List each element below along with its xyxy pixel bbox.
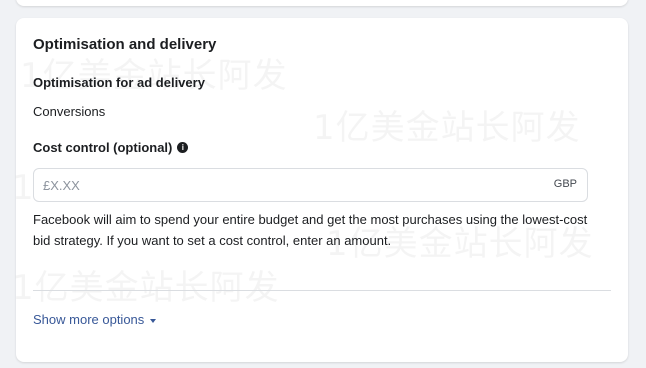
cost-control-label-text: Cost control (optional) — [33, 140, 173, 155]
info-icon[interactable]: i — [177, 142, 189, 153]
watermark: 1亿美金站长阿发 — [12, 260, 280, 309]
cost-control-label: Cost control (optional) i — [33, 140, 189, 155]
optimisation-label: Optimisation for ad delivery — [33, 75, 205, 90]
cost-control-input[interactable] — [43, 169, 483, 201]
optimisation-delivery-card: 1亿美金站长阿发 1亿美金站长阿发 1亿美金站长阿发 1亿美金站长阿发 1亿美金… — [12, 18, 628, 362]
currency-label: GBP — [553, 178, 577, 190]
section-title: Optimisation and delivery — [33, 36, 217, 53]
help-text: Facebook will aim to spend your entire b… — [33, 212, 588, 248]
caret-down-icon — [150, 318, 157, 323]
show-more-options-link[interactable]: Show more options — [33, 312, 157, 327]
cost-control-field[interactable]: GBP — [33, 168, 588, 202]
divider — [33, 290, 611, 291]
watermark: 1亿美金站长阿发 — [313, 100, 581, 149]
show-more-options-label[interactable]: Show more options — [33, 312, 144, 327]
optimisation-value[interactable]: Conversions — [33, 104, 105, 119]
previous-section-card — [16, 0, 628, 6]
